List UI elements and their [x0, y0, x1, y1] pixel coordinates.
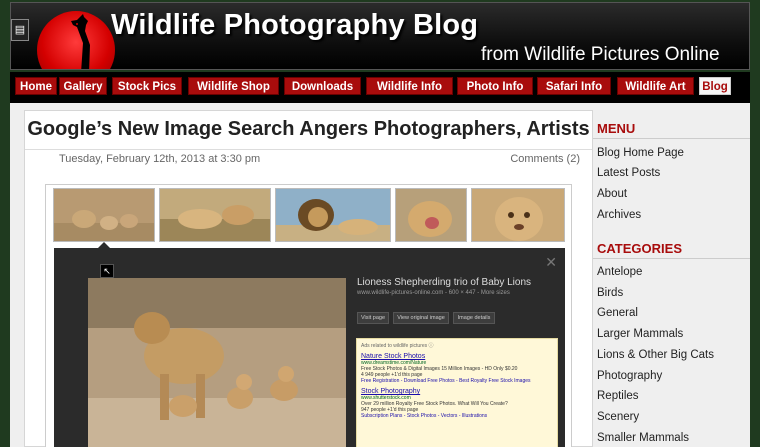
thumbnail-lions-resting[interactable] — [159, 188, 271, 242]
categories-heading: CATEGORIES — [597, 241, 682, 256]
categories-divider — [593, 258, 750, 259]
title-divider — [25, 149, 592, 150]
comments-link[interactable]: Comments (2) — [510, 153, 580, 165]
post-container: Google’s New Image Search Angers Photogr… — [24, 110, 593, 447]
nav-blog[interactable]: Blog — [699, 77, 731, 95]
category-lions-big-cats[interactable]: Lions & Other Big Cats — [597, 349, 714, 361]
close-icon[interactable]: ✕ — [545, 254, 557, 271]
thumbnail-lion-cubs-1[interactable] — [53, 188, 155, 242]
screenshot-image: ↖ ✕ Lioness Shepherding trio of Baby Lio… — [45, 184, 572, 447]
nav-downloads[interactable]: Downloads — [284, 77, 361, 95]
thumbnail-lion-yawn[interactable] — [395, 188, 467, 242]
nav-safari-info[interactable]: Safari Info — [537, 77, 611, 95]
sidebar: MENU Blog Home Page Latest Posts About A… — [593, 103, 750, 447]
page-body: Google’s New Image Search Angers Photogr… — [10, 103, 750, 447]
thumbnail-lion-male[interactable] — [275, 188, 391, 242]
category-scenery[interactable]: Scenery — [597, 411, 639, 423]
category-larger-mammals[interactable]: Larger Mammals — [597, 328, 683, 340]
preview-pointer — [98, 242, 110, 248]
cursor-icon: ↖ — [100, 264, 114, 278]
ad-headline[interactable]: Nature Stock Photos — [361, 353, 553, 360]
nav-stock-pics[interactable]: Stock Pics — [112, 77, 182, 95]
site-subtitle: from Wildlife Pictures Online — [481, 44, 720, 65]
rss-icon[interactable]: ▤ — [11, 19, 29, 41]
preview-url: www.wildlife-pictures-online.com - 600 ×… — [357, 290, 510, 296]
nav-photo-info[interactable]: Photo Info — [457, 77, 533, 95]
category-birds[interactable]: Birds — [597, 287, 623, 299]
nav-wildlife-art[interactable]: Wildlife Art — [617, 77, 694, 95]
giraffe-logo-icon — [71, 14, 90, 69]
site-header: ▤ Wildlife Photography Blog from Wildlif… — [10, 2, 750, 70]
ad-sitelinks[interactable]: Subscription Plans - Stock Photos - Vect… — [361, 413, 553, 419]
visit-page-button[interactable]: Visit page — [357, 312, 389, 324]
site-title[interactable]: Wildlife Photography Blog — [111, 9, 478, 42]
thumbnail-lion-cub-face[interactable] — [471, 188, 565, 242]
ads-header: Ads related to wildlife pictures ⓘ — [361, 343, 434, 349]
nav-home[interactable]: Home — [15, 77, 57, 95]
nav-wildlife-shop[interactable]: Wildlife Shop — [188, 77, 279, 95]
sidebar-item-blog-home[interactable]: Blog Home Page — [597, 147, 684, 159]
ad-sitelinks[interactable]: Free Registration - Download Free Photos… — [361, 378, 553, 384]
category-photography[interactable]: Photography — [597, 370, 662, 382]
nav-wildlife-info[interactable]: Wildlife Info — [366, 77, 453, 95]
image-details-button[interactable]: Image details — [453, 312, 495, 324]
ad-headline[interactable]: Stock Photography — [361, 388, 553, 395]
nav-gallery[interactable]: Gallery — [59, 77, 107, 95]
view-original-button[interactable]: View original image — [393, 312, 449, 324]
preview-photo-lioness[interactable] — [88, 278, 346, 447]
main-nav: Home Gallery Stock Pics Wildlife Shop Do… — [10, 72, 750, 103]
category-antelope[interactable]: Antelope — [597, 266, 642, 278]
menu-heading: MENU — [597, 121, 636, 136]
image-preview-panel: ↖ ✕ Lioness Shepherding trio of Baby Lio… — [54, 242, 565, 447]
sidebar-item-latest-posts[interactable]: Latest Posts — [597, 167, 660, 179]
post-title[interactable]: Google’s New Image Search Angers Photogr… — [25, 118, 592, 141]
sponsored-ads-box: Ads related to wildlife pictures ⓘ Natur… — [356, 338, 558, 447]
category-general[interactable]: General — [597, 307, 638, 319]
category-smaller-mammals[interactable]: Smaller Mammals — [597, 432, 689, 444]
sidebar-item-archives[interactable]: Archives — [597, 209, 641, 221]
category-reptiles[interactable]: Reptiles — [597, 390, 639, 402]
menu-divider — [593, 138, 750, 139]
sidebar-item-about[interactable]: About — [597, 188, 627, 200]
preview-title[interactable]: Lioness Shepherding trio of Baby Lions — [357, 277, 531, 288]
post-date: Tuesday, February 12th, 2013 at 3:30 pm — [59, 153, 261, 165]
